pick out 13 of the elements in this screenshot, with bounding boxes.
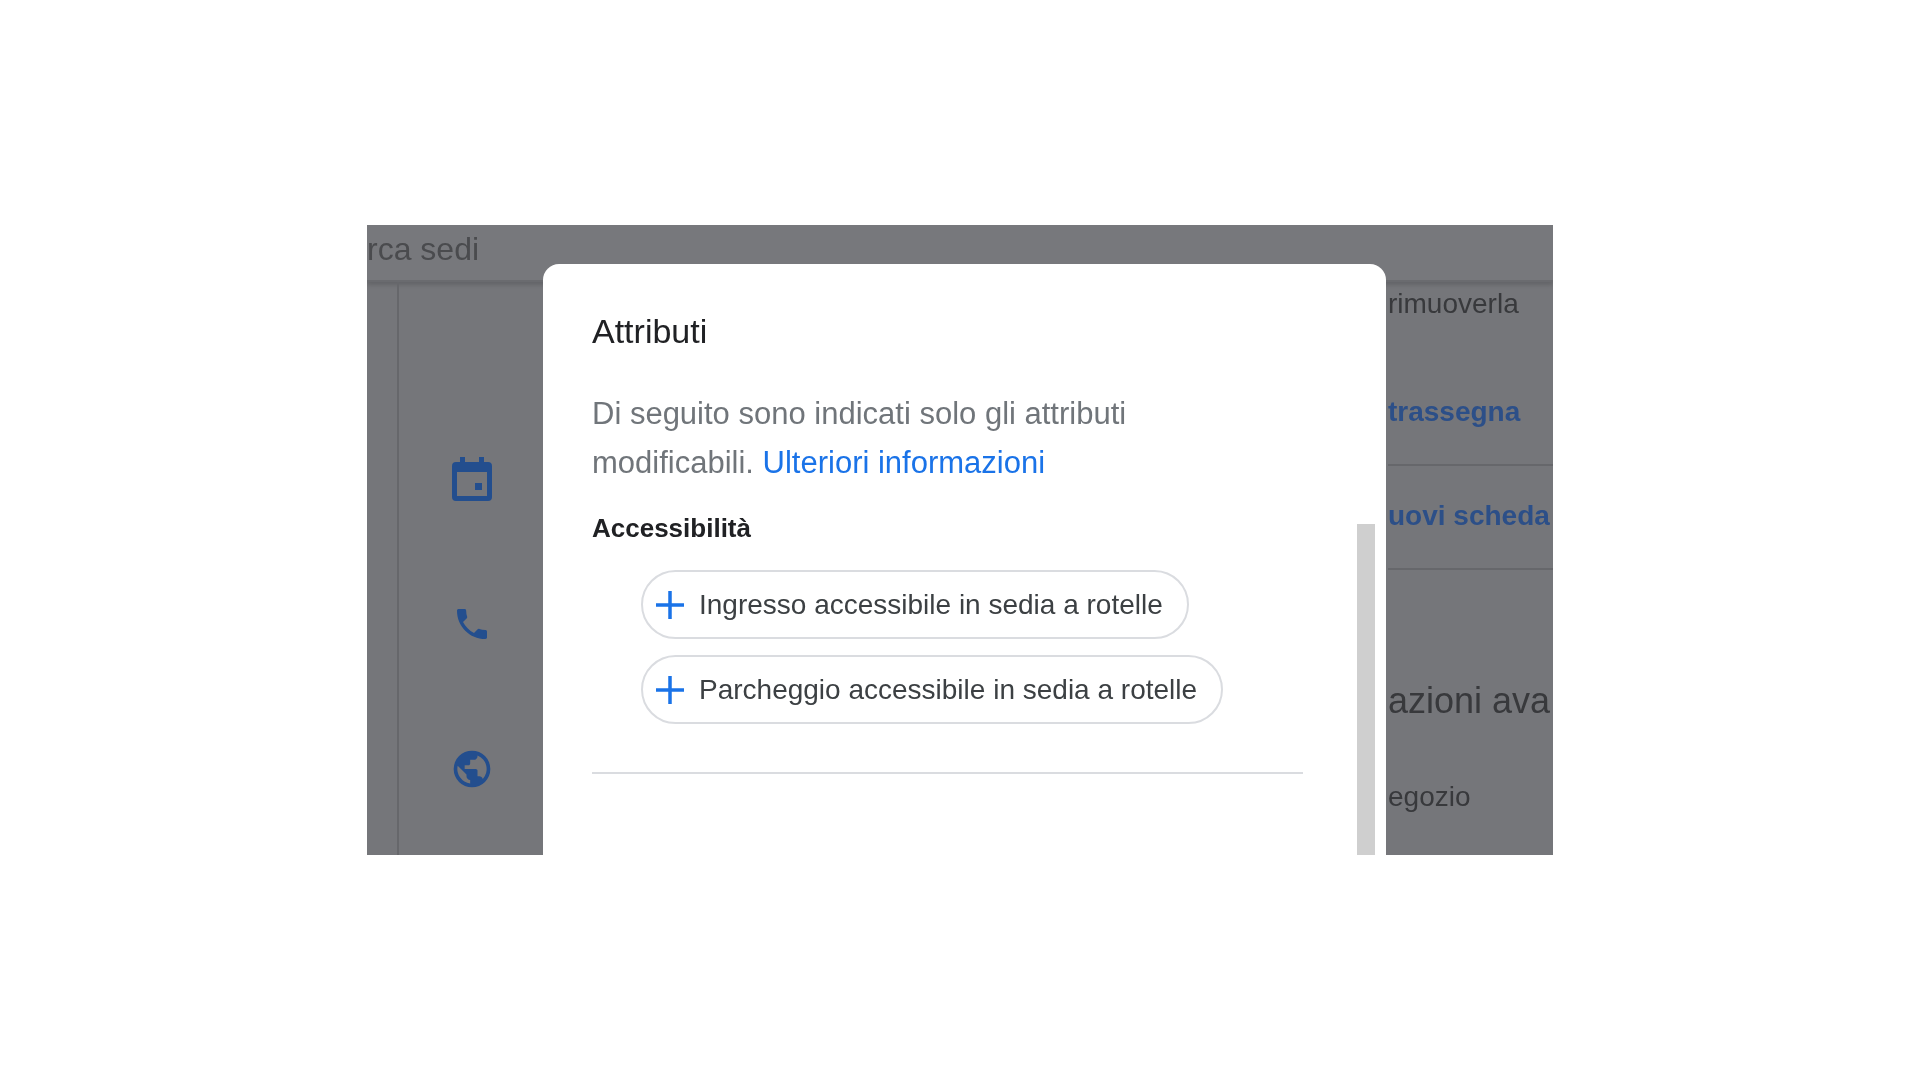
dialog-description: Di seguito sono indicati solo gli attributi modificabili. Ulteriori informazioni (592, 395, 1128, 482)
plus-icon (655, 589, 685, 620)
more-info-link[interactable]: Ulteriori informazioni (762, 445, 1046, 480)
section-heading: azioni ava (1388, 679, 1552, 723)
dialog-title: Attributi (592, 312, 709, 351)
scrollbar[interactable] (1357, 524, 1375, 855)
attribute-chip[interactable]: Parcheggio accessibile in sedia a rotelle (641, 655, 1224, 724)
section-heading: Accessibilità (592, 513, 752, 544)
plus-icon (655, 674, 685, 705)
calendar-icon (452, 457, 492, 501)
body-text: rimuoverla (1388, 287, 1520, 321)
attribute-chip[interactable]: Ingresso accessibile in sedia a rotelle (641, 570, 1189, 639)
body-text: egozio (1388, 780, 1472, 814)
